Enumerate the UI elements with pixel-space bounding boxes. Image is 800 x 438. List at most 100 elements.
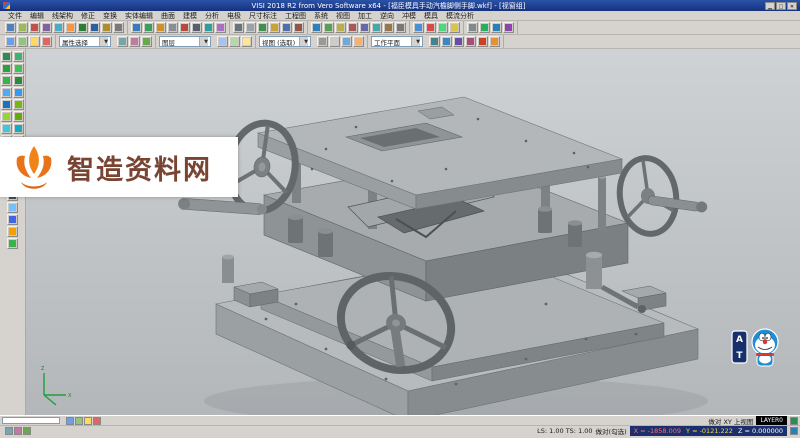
menu-item[interactable]: 逆向: [376, 11, 398, 21]
viewport-scene[interactable]: Z X: [26, 49, 799, 415]
sidebar-tool-icon[interactable]: [1, 51, 12, 62]
toolbar-icon[interactable]: [429, 36, 440, 47]
toolbar-icon[interactable]: [281, 22, 292, 33]
toolbar-icon[interactable]: [311, 22, 322, 33]
toolbar-icon[interactable]: [335, 22, 346, 33]
toolbar-icon[interactable]: [317, 36, 328, 47]
snap-toggle-label[interactable]: 做对(勾选): [596, 426, 627, 436]
toolbar-icon[interactable]: [441, 36, 452, 47]
toolbar-icon[interactable]: [191, 22, 202, 33]
sidebar-tool-icon[interactable]: [7, 226, 18, 237]
toolbar-icon[interactable]: [413, 22, 424, 33]
toolbar-icon[interactable]: [489, 36, 500, 47]
toolbar-icon[interactable]: [329, 36, 340, 47]
toolbar-icon[interactable]: [229, 36, 240, 47]
toolbar-icon[interactable]: [503, 22, 514, 33]
toolbar-icon[interactable]: [449, 22, 460, 33]
toolbar-icon[interactable]: [89, 22, 100, 33]
menu-item[interactable]: 线架构: [48, 11, 77, 21]
toolbar-icon[interactable]: [425, 22, 436, 33]
menu-item[interactable]: 模流分析: [442, 11, 478, 21]
toolbar-icon[interactable]: [241, 36, 252, 47]
menu-item[interactable]: 建模: [179, 11, 201, 21]
menu-item[interactable]: 电极: [223, 11, 245, 21]
toolbar-icon[interactable]: [371, 22, 382, 33]
toolbar-icon[interactable]: [477, 36, 488, 47]
toolbar-icon[interactable]: [453, 36, 464, 47]
status-icon[interactable]: [14, 427, 22, 435]
toolbar-icon[interactable]: [465, 36, 476, 47]
status-icon[interactable]: [790, 427, 798, 435]
toolbar-icon[interactable]: [167, 22, 178, 33]
sidebar-tool-icon[interactable]: [13, 99, 24, 110]
viewport-3d[interactable]: Z X A T: [26, 49, 800, 415]
menu-item[interactable]: 加工: [354, 11, 376, 21]
menu-item[interactable]: 模具: [420, 11, 442, 21]
toolbar-icon[interactable]: [383, 22, 394, 33]
sidebar-tool-icon[interactable]: [13, 87, 24, 98]
left-handle-bar[interactable]: [178, 197, 268, 215]
toolbar-icon[interactable]: [117, 36, 128, 47]
toolbar-icon[interactable]: [347, 22, 358, 33]
sidebar-tool-icon[interactable]: [7, 214, 18, 225]
toolbar-icon[interactable]: [141, 36, 152, 47]
window-titlebar[interactable]: VISI 2018 R2 from Vero Software x64 - [福…: [0, 0, 800, 11]
toolbar-icon[interactable]: [65, 22, 76, 33]
menu-item[interactable]: 系统: [310, 11, 332, 21]
status-icon[interactable]: [5, 427, 13, 435]
toolbar-icon[interactable]: [437, 22, 448, 33]
toolbar-icon[interactable]: [41, 36, 52, 47]
toolbar-icon[interactable]: [143, 22, 154, 33]
status-icon[interactable]: [23, 427, 31, 435]
sidebar-tool-icon[interactable]: [1, 87, 12, 98]
status-icon[interactable]: [790, 417, 798, 425]
toolbar-icon[interactable]: [479, 22, 490, 33]
sidebar-tool-icon[interactable]: [13, 123, 24, 134]
right-handwheel[interactable]: [615, 154, 708, 237]
sidebar-tool-icon[interactable]: [1, 111, 12, 122]
toolbar-icon[interactable]: [113, 22, 124, 33]
status-input[interactable]: [2, 417, 60, 424]
toolbar-icon[interactable]: [129, 36, 140, 47]
toolbar-icon[interactable]: [53, 22, 64, 33]
toolbar-icon[interactable]: [359, 22, 370, 33]
view-dropdown[interactable]: 视图 (选取) ▼: [259, 36, 311, 47]
toolbar-icon[interactable]: [245, 22, 256, 33]
toolbar-icon[interactable]: [101, 22, 112, 33]
toolbar-icon[interactable]: [77, 22, 88, 33]
toolbar-icon[interactable]: [353, 36, 364, 47]
sidebar-tool-icon[interactable]: [13, 111, 24, 122]
toolbar-icon[interactable]: [341, 36, 352, 47]
menu-item[interactable]: 视图: [332, 11, 354, 21]
toolbar-icon[interactable]: [467, 22, 478, 33]
toolbar-icon[interactable]: [5, 22, 16, 33]
toolbar-icon[interactable]: [491, 22, 502, 33]
sidebar-tool-icon[interactable]: [13, 63, 24, 74]
status-icon[interactable]: [84, 417, 92, 425]
toolbar-icon[interactable]: [17, 36, 28, 47]
toolbar-icon[interactable]: [395, 22, 406, 33]
toolbar-icon[interactable]: [29, 36, 40, 47]
toolbar-icon[interactable]: [203, 22, 214, 33]
status-icon[interactable]: [66, 417, 74, 425]
sidebar-tool-icon[interactable]: [13, 75, 24, 86]
toolbar-icon[interactable]: [233, 22, 244, 33]
active-layer-badge[interactable]: LAYER0: [756, 416, 787, 425]
sidebar-tool-icon[interactable]: [1, 63, 12, 74]
toolbar-icon[interactable]: [257, 22, 268, 33]
status-icon[interactable]: [93, 417, 101, 425]
toolbar-icon[interactable]: [41, 22, 52, 33]
menu-item[interactable]: 曲面: [157, 11, 179, 21]
toolbar-icon[interactable]: [5, 36, 16, 47]
sidebar-tool-icon[interactable]: [7, 238, 18, 249]
menu-item[interactable]: 修正: [77, 11, 99, 21]
maximize-button[interactable]: □: [776, 2, 786, 10]
sidebar-tool-icon[interactable]: [7, 202, 18, 213]
status-icon[interactable]: [75, 417, 83, 425]
menu-item[interactable]: 编辑: [26, 11, 48, 21]
close-button[interactable]: ✕: [787, 2, 797, 10]
layer-dropdown[interactable]: 图层 ▼: [159, 36, 211, 47]
toolbar-icon[interactable]: [131, 22, 142, 33]
menu-item[interactable]: 冲模: [398, 11, 420, 21]
menu-item[interactable]: 实体编辑: [121, 11, 157, 21]
